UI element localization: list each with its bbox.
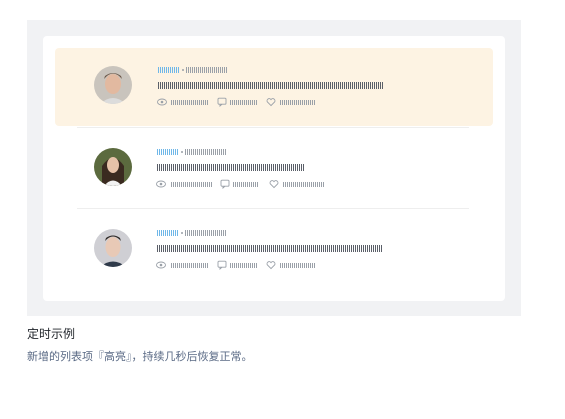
demo-card (43, 36, 505, 301)
list-item[interactable] (77, 209, 469, 289)
demo-panel (27, 20, 521, 316)
comment-icon (217, 97, 227, 107)
author-name[interactable] (158, 67, 180, 73)
comments-count (233, 182, 259, 187)
list-item[interactable] (77, 128, 469, 208)
comments-count (230, 263, 258, 268)
post-title[interactable] (157, 164, 305, 171)
heart-icon (266, 98, 276, 107)
likes-count (280, 100, 315, 105)
separator-dot (181, 232, 183, 234)
eye-icon (157, 98, 167, 106)
post-meta (185, 230, 227, 236)
post-title[interactable] (157, 245, 383, 252)
caption-title: 定时示例 (27, 327, 76, 341)
views-count (171, 263, 209, 268)
eye-icon (156, 180, 166, 188)
avatar (94, 229, 132, 267)
eye-icon (156, 261, 166, 269)
likes-count (283, 182, 324, 187)
author-name[interactable] (157, 230, 179, 236)
heart-icon (269, 180, 279, 189)
caption-description: 新增的列表项『高亮』，持续几秒后恢复正常。 (27, 351, 253, 363)
post-title[interactable] (158, 82, 384, 89)
post-meta (186, 67, 228, 73)
author-name[interactable] (157, 149, 179, 155)
post-meta (185, 149, 227, 155)
list-item-highlighted[interactable] (55, 48, 493, 126)
views-count (171, 182, 212, 187)
avatar (94, 66, 132, 104)
comment-icon (220, 179, 230, 189)
separator-dot (181, 151, 183, 153)
heart-icon (266, 261, 276, 270)
views-count (171, 100, 209, 105)
likes-count (280, 263, 315, 268)
separator-dot (182, 69, 184, 71)
avatar (94, 148, 132, 186)
comment-icon (217, 260, 227, 270)
comments-count (230, 100, 258, 105)
